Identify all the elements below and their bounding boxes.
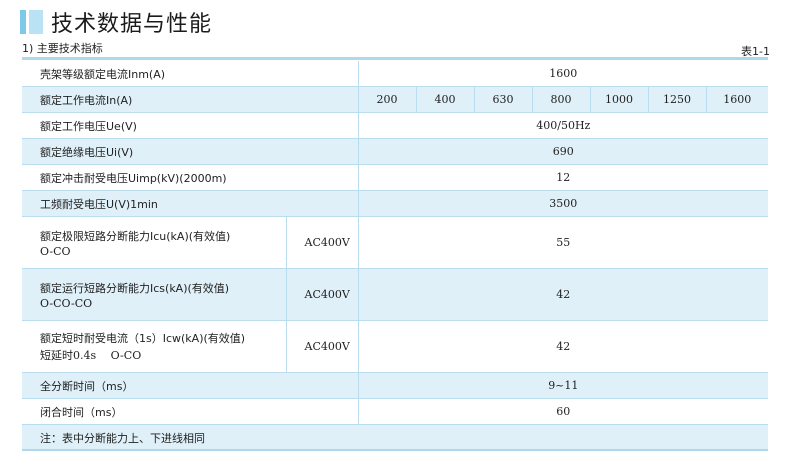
current-value: 1000: [589, 86, 649, 113]
spec-table: 壳架等级额定电流Inm(A) 1600 额定工作电流In(A) 200 400 …: [22, 61, 769, 451]
table-note: 注：表中分断能力上、下进线相同: [22, 424, 769, 451]
row-label-cell: 额定运行短路分断能力Ics(kA)(有效值) O-CO-CO: [22, 268, 286, 321]
row-voltage: AC400V: [285, 216, 359, 269]
row-label: 壳架等级额定电流Inm(A): [22, 61, 359, 87]
row-label: 全分断时间（ms）: [22, 372, 359, 399]
header-accent-bar: [20, 10, 26, 34]
row-label: 闭合时间（ms）: [22, 398, 359, 425]
row-label: 额定工作电压Ue(V): [22, 112, 359, 139]
row-sublabel: O-CO: [40, 244, 71, 258]
table-row: 闭合时间（ms） 60: [22, 398, 769, 425]
table-row: 额定绝缘电压Ui(V) 690: [22, 138, 769, 165]
row-sublabel: O-CO-CO: [40, 296, 93, 310]
row-sublabel: 短延时0.4s O-CO: [40, 349, 142, 362]
current-value: 630: [473, 86, 533, 113]
row-label: 额定极限短路分断能力Icu(kA)(有效值): [40, 229, 231, 243]
current-value: 200: [357, 86, 417, 113]
row-value: 12: [357, 164, 769, 191]
table-row: 额定运行短路分断能力Ics(kA)(有效值) O-CO-CO AC400V 42: [22, 268, 769, 321]
table-row: 壳架等级额定电流Inm(A) 1600: [22, 61, 769, 87]
table-row: 额定工作电流In(A) 200 400 630 800 1000 1250 16…: [22, 86, 769, 113]
subtitle: 1) 主要技术指标: [22, 42, 103, 55]
row-value: 3500: [357, 190, 769, 217]
row-label: 额定工作电流In(A): [22, 86, 359, 113]
row-value: 9~11: [357, 372, 769, 399]
table-row: 额定短时耐受电流（1s）Icw(kA)(有效值) 短延时0.4s O-CO AC…: [22, 320, 769, 373]
table-row: 额定极限短路分断能力Icu(kA)(有效值) O-CO AC400V 55: [22, 216, 769, 269]
row-label: 额定绝缘电压Ui(V): [22, 138, 359, 165]
table-row: 全分断时间（ms） 9~11: [22, 372, 769, 399]
row-value: 1600: [357, 61, 769, 87]
table-row: 额定冲击耐受电压Uimp(kV)(2000m) 12: [22, 164, 769, 191]
row-label-cell: 额定短时耐受电流（1s）Icw(kA)(有效值) 短延时0.4s O-CO: [22, 320, 286, 373]
row-voltage: AC400V: [285, 320, 359, 373]
table-row: 工频耐受电压U(V)1min 3500: [22, 190, 769, 217]
section-header: 技术数据与性能: [20, 8, 213, 37]
row-value: 42: [357, 320, 769, 373]
table-note-row: 注：表中分断能力上、下进线相同: [22, 424, 769, 451]
header-accent-block: [29, 10, 43, 34]
row-label: 工频耐受电压U(V)1min: [22, 190, 359, 217]
page-title: 技术数据与性能: [51, 12, 213, 37]
row-voltage: AC400V: [285, 268, 359, 321]
row-value: 42: [357, 268, 769, 321]
current-value: 1250: [647, 86, 707, 113]
current-value: 400: [415, 86, 475, 113]
top-divider: [22, 57, 768, 60]
row-value: 55: [357, 216, 769, 269]
table-row: 额定工作电压Ue(V) 400/50Hz: [22, 112, 769, 139]
row-label: 额定冲击耐受电压Uimp(kV)(2000m): [22, 164, 359, 191]
row-label: 额定运行短路分断能力Ics(kA)(有效值): [40, 281, 230, 295]
row-value: 690: [357, 138, 769, 165]
row-value: 400/50Hz: [357, 112, 769, 139]
row-value: 60: [357, 398, 769, 425]
current-value: 800: [531, 86, 591, 113]
row-label-cell: 额定极限短路分断能力Icu(kA)(有效值) O-CO: [22, 216, 286, 269]
row-label: 额定短时耐受电流（1s）Icw(kA)(有效值): [40, 332, 246, 345]
current-value: 1600: [705, 86, 769, 113]
